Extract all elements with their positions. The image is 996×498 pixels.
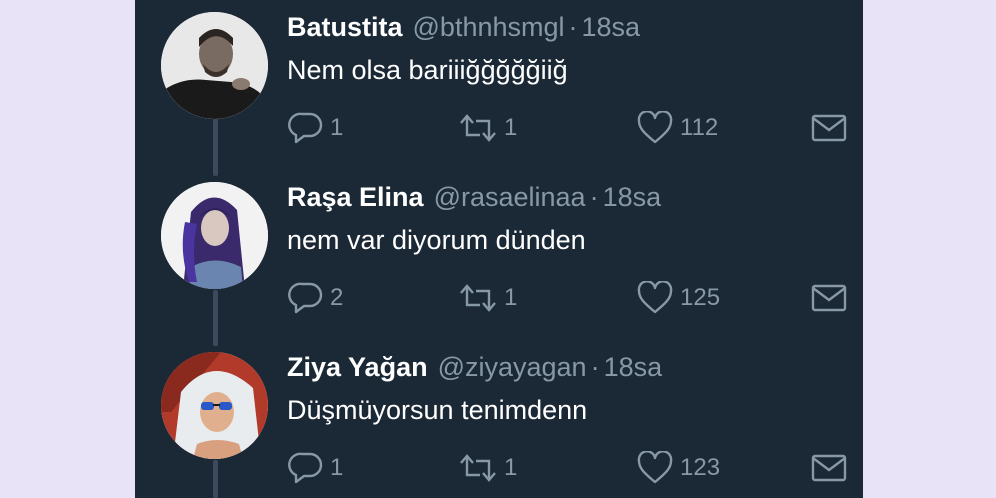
retweet-icon [460,284,496,312]
heart-icon [637,111,673,144]
reply-count: 1 [330,454,344,481]
timestamp[interactable]: 18sa [604,352,663,382]
like-button[interactable]: 125 [636,278,720,318]
separator-dot: · [589,182,599,212]
reply-icon [288,112,323,144]
retweet-button[interactable]: 1 [458,448,517,488]
reply-icon [288,282,323,314]
reply-count: 2 [330,284,344,311]
tweet-text: Düşmüyorsun tenimdenn [287,395,588,425]
reply-button[interactable]: 1 [288,108,343,148]
reply-count: 1 [330,114,344,141]
timestamp[interactable]: 18sa [603,182,662,212]
direct-message-button[interactable] [810,278,848,318]
display-name[interactable]: Ziya Yağan [287,352,428,382]
display-name[interactable]: Raşa Elina [287,182,424,212]
tweet-actions: 1 1 112 [135,108,863,148]
like-button[interactable]: 112 [636,108,718,148]
retweet-count: 1 [504,284,518,311]
like-count: 112 [680,114,719,141]
tweet-item[interactable]: Batustita @bthnhsmgl · 18sa Nem olsa bariii… [135,0,863,170]
retweet-icon [460,114,496,142]
reply-button[interactable]: 1 [288,448,343,488]
tweet-header: Batustita @bthnhsmgl · 18sa [287,10,640,44]
separator-dot: · [590,352,600,382]
like-count: 125 [680,284,721,311]
like-button[interactable]: 123 [636,448,720,488]
display-name[interactable]: Batustita [287,12,403,42]
direct-message-button[interactable] [810,448,848,488]
retweet-count: 1 [504,114,518,141]
like-count: 123 [680,454,721,481]
tweet-actions: 2 1 125 [135,278,863,318]
user-handle[interactable]: @bthnhsmgl [413,12,565,42]
timestamp[interactable]: 18sa [582,12,641,42]
separator-dot: · [568,12,578,42]
retweet-button[interactable]: 1 [458,108,517,148]
tweet-actions: 1 1 123 [135,448,863,488]
user-handle[interactable]: @rasaelinaa [434,182,586,212]
tweet-item[interactable]: Raşa Elina @rasaelinaa · 18sa nem var diyor… [135,170,863,340]
direct-message-button[interactable] [810,108,848,148]
retweet-icon [460,454,496,482]
envelope-icon [811,284,847,312]
user-handle[interactable]: @ziyayagan [438,352,587,382]
reply-icon [288,452,323,484]
retweet-count: 1 [504,454,518,481]
avatar[interactable] [161,182,268,289]
retweet-button[interactable]: 1 [458,278,517,318]
tweet-text: Nem olsa bariiiğğğğğiiğ [287,55,568,85]
avatar[interactable] [161,352,268,459]
tweet-text: nem var diyorum dünden [287,225,586,255]
avatar[interactable] [161,12,268,119]
tweet-header: Ziya Yağan @ziyayagan · 18sa [287,350,662,384]
heart-icon [637,451,673,484]
tweet-item[interactable]: Ziya Yağan @ziyayagan · 18sa Düşmüyorsun te… [135,340,863,498]
tweet-thread-panel: Batustita @bthnhsmgl · 18sa Nem olsa bariii… [135,0,863,498]
reply-button[interactable]: 2 [288,278,343,318]
tweet-header: Raşa Elina @rasaelinaa · 18sa [287,180,661,214]
envelope-icon [811,454,847,482]
envelope-icon [811,114,847,142]
heart-icon [637,281,673,314]
